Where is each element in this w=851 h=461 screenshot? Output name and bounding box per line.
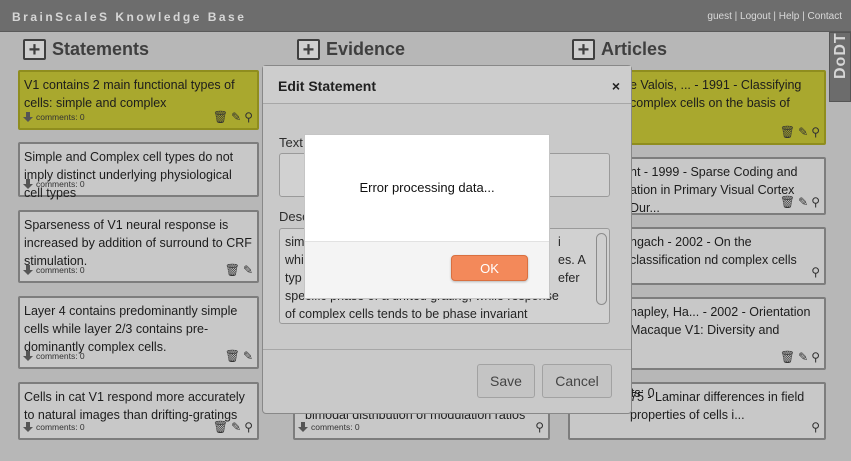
pencil-icon[interactable]: ✎ [231, 418, 241, 436]
trash-icon[interactable]: 🗑 [780, 348, 795, 366]
articles-header: + Articles [572, 39, 667, 60]
card-actions: 🗑 ✎ ⚲ [780, 348, 820, 366]
side-tab[interactable]: DoDT [829, 32, 851, 102]
side-tab-label: DoDT [832, 32, 849, 79]
evidence-title: Evidence [326, 39, 406, 59]
pencil-icon[interactable]: ✎ [231, 108, 241, 126]
save-button[interactable]: Save [477, 364, 535, 398]
trash-icon[interactable]: 🗑 [780, 193, 795, 211]
comments: comments: 0 [23, 418, 85, 436]
pencil-icon[interactable]: ✎ [243, 261, 253, 279]
download-icon [23, 422, 33, 432]
add-evidence-button[interactable]: + [297, 39, 320, 60]
card-actions: 🗑 ✎ ⚲ [213, 108, 253, 126]
dialog-title: Edit Statement [278, 78, 377, 94]
comments: comments: 0 [298, 418, 360, 436]
statement-card[interactable]: Simple and Complex cell types do not imp… [18, 142, 259, 200]
trash-icon[interactable]: 🗑 [225, 261, 240, 279]
search-icon[interactable]: ⚲ [535, 418, 544, 436]
card-actions: 🗑 ✎ [225, 261, 253, 279]
guest-link[interactable]: guest [707, 11, 731, 22]
card-actions: ⚲ [535, 418, 544, 436]
articles-title: Articles [601, 39, 668, 59]
dialog-header: Edit Statement × [263, 66, 631, 104]
download-icon [23, 351, 33, 361]
cancel-button[interactable]: Cancel [542, 364, 612, 398]
trash-icon[interactable]: 🗑 [225, 347, 240, 365]
alert-footer: OK [305, 241, 549, 298]
card-actions: ⚲ [811, 418, 820, 436]
search-icon[interactable]: ⚲ [244, 418, 253, 436]
download-icon [23, 112, 33, 122]
pencil-icon[interactable]: ✎ [798, 348, 808, 366]
description-scrollbar[interactable] [596, 233, 607, 305]
card-actions: ⚲ [811, 263, 820, 281]
statements-title: Statements [52, 39, 150, 59]
search-icon[interactable]: ⚲ [811, 193, 820, 211]
description-right-fragments: i es. A efer [558, 235, 586, 285]
card-actions: 🗑 ✎ ⚲ [780, 193, 820, 211]
comments: comments: 0 [23, 261, 85, 279]
trash-icon[interactable]: 🗑 [213, 418, 228, 436]
pencil-icon[interactable]: ✎ [243, 347, 253, 365]
article-text: 75 - Laminar differences in field proper… [630, 390, 805, 422]
close-icon[interactable]: × [612, 78, 620, 94]
download-icon [23, 265, 33, 275]
error-alert: Error processing data... OK [304, 134, 550, 299]
search-icon[interactable]: ⚲ [811, 123, 820, 141]
comments: comments: 0 [23, 347, 85, 365]
statement-card[interactable]: Layer 4 contains predominantly simple ce… [18, 296, 259, 369]
card-actions: 🗑 ✎ ⚲ [213, 418, 253, 436]
pencil-icon[interactable]: ✎ [798, 193, 808, 211]
download-icon [298, 422, 308, 432]
top-bar: BrainScaleS Knowledge Base guest | Logou… [0, 0, 851, 32]
comments: comments: 0 [23, 175, 85, 193]
card-actions: 🗑 ✎ ⚲ [780, 123, 820, 141]
search-icon[interactable]: ⚲ [811, 348, 820, 366]
search-icon[interactable]: ⚲ [811, 263, 820, 281]
logout-link[interactable]: Logout [740, 11, 771, 22]
card-actions: 🗑 ✎ [225, 347, 253, 365]
statement-text: V1 contains 2 main functional types of c… [24, 78, 235, 110]
trash-icon[interactable]: 🗑 [780, 123, 795, 141]
trash-icon[interactable]: 🗑 [213, 108, 228, 126]
download-icon [23, 179, 33, 189]
comments: comments: 0 [23, 108, 85, 126]
pencil-icon[interactable]: ✎ [798, 123, 808, 141]
evidence-header: + Evidence [297, 39, 405, 60]
statement-card[interactable]: Sparseness of V1 neural response is incr… [18, 210, 259, 283]
text-label: Text [279, 135, 303, 150]
add-article-button[interactable]: + [572, 39, 595, 60]
help-link[interactable]: Help [779, 11, 800, 22]
dialog-divider [263, 349, 631, 350]
search-icon[interactable]: ⚲ [244, 108, 253, 126]
alert-message: Error processing data... [359, 180, 495, 195]
article-text: e Valois, ... - 1991 - Classifying compl… [630, 78, 802, 110]
statement-card[interactable]: Cells in cat V1 respond more accurately … [18, 382, 259, 440]
top-links: guest | Logout | Help | Contact [707, 11, 842, 22]
app-brand: BrainScaleS Knowledge Base [12, 10, 247, 24]
article-text: ngach - 2002 - On the classification nd … [630, 235, 797, 267]
article-text: hapley, Ha... - 2002 - Orientation Macaq… [630, 305, 811, 337]
ok-button[interactable]: OK [451, 255, 528, 281]
add-statement-button[interactable]: + [23, 39, 46, 60]
statement-card[interactable]: V1 contains 2 main functional types of c… [18, 70, 259, 130]
contact-link[interactable]: Contact [808, 11, 842, 22]
statements-header: + Statements [23, 39, 149, 60]
search-icon[interactable]: ⚲ [811, 418, 820, 436]
